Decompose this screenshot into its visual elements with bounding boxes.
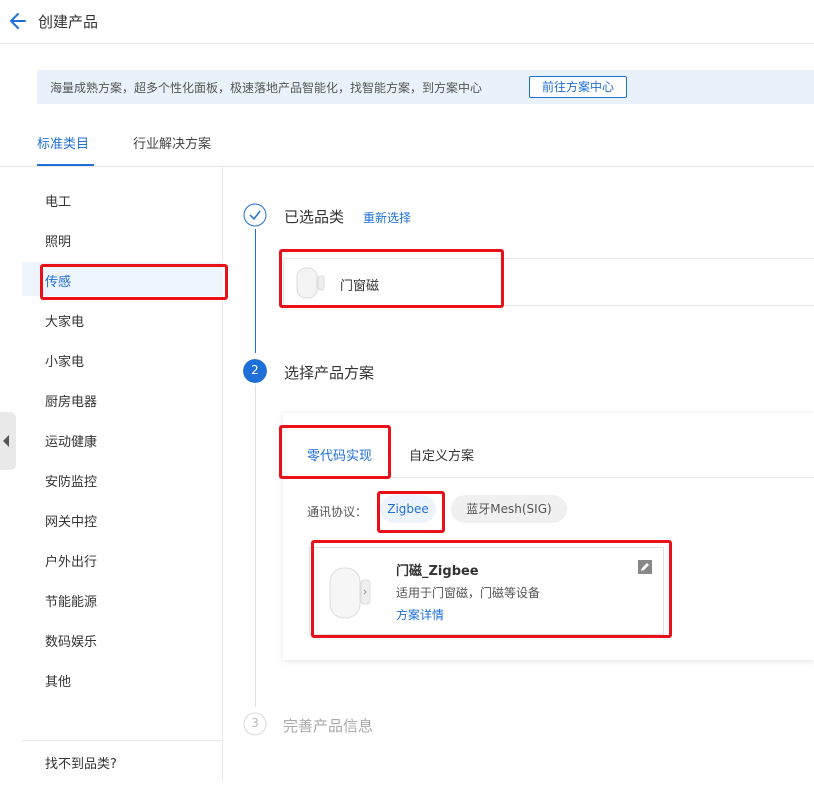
sidebar-item-lighting[interactable]: 照明 bbox=[22, 222, 223, 256]
door-sensor-image bbox=[329, 567, 371, 619]
product-name: 门磁_Zigbee bbox=[396, 564, 479, 579]
sidebar-collapse-handle[interactable] bbox=[0, 412, 16, 470]
protocol-bluetooth-mesh-chip[interactable]: 蓝牙Mesh(SIG) bbox=[451, 495, 567, 523]
selected-category-card: 门窗磁 bbox=[283, 258, 814, 306]
step2-connector bbox=[255, 385, 256, 707]
sidebar-item-label: 照明 bbox=[45, 235, 72, 250]
caret-left-icon bbox=[3, 435, 9, 447]
scheme-tab-indicator bbox=[307, 476, 377, 478]
sidebar-item-outdoor[interactable]: 户外出行 bbox=[22, 542, 223, 576]
sidebar-item-label: 传感 bbox=[45, 275, 72, 290]
category-not-found[interactable]: 找不到品类? bbox=[22, 740, 223, 780]
tab-industry-solution[interactable]: 行业解决方案 bbox=[133, 133, 211, 152]
back-arrow-icon[interactable] bbox=[8, 11, 28, 31]
door-sensor-icon bbox=[296, 267, 325, 299]
sidebar-item-label: 网关中控 bbox=[45, 515, 98, 530]
step1-connector bbox=[255, 229, 256, 353]
protocol-zigbee-chip[interactable]: Zigbee bbox=[380, 495, 436, 523]
sidebar-item-security[interactable]: 安防监控 bbox=[22, 462, 223, 496]
step1-check-icon bbox=[243, 203, 267, 227]
product-description: 适用于门窗磁，门磁等设备 bbox=[396, 586, 541, 600]
sidebar-item-label: 节能能源 bbox=[45, 595, 98, 610]
sidebar-item-label: 大家电 bbox=[45, 315, 85, 330]
solution-banner: 海量成熟方案，超多个性化面板，极速落地产品智能化，找智能方案，到方案中心 前往方… bbox=[37, 70, 814, 104]
category-sidebar: 电工 照明 传感 大家电 小家电 厨房电器 运动健康 安防监控 网关中控 户外出… bbox=[22, 167, 223, 780]
page-title: 创建产品 bbox=[38, 13, 99, 31]
sidebar-item-label: 电工 bbox=[45, 195, 72, 210]
sidebar-item-other[interactable]: 其他 bbox=[22, 662, 223, 696]
sidebar-item-label: 数码娱乐 bbox=[45, 635, 98, 650]
sidebar-item-sensor[interactable]: 传感 bbox=[22, 262, 223, 296]
sidebar-item-major-appliances[interactable]: 大家电 bbox=[22, 302, 223, 336]
selected-category-name: 门窗磁 bbox=[340, 279, 380, 294]
sidebar-item-label: 安防监控 bbox=[45, 475, 98, 490]
sidebar-item-sports-health[interactable]: 运动健康 bbox=[22, 422, 223, 456]
sidebar-item-label: 运动健康 bbox=[45, 435, 98, 450]
scheme-tabs: 零代码实现 自定义方案 bbox=[283, 413, 814, 478]
step3-number: 3 bbox=[251, 716, 259, 730]
sidebar-item-electrical[interactable]: 电工 bbox=[22, 182, 223, 216]
product-scheme-card[interactable]: 门磁_Zigbee 适用于门窗磁，门磁等设备 方案详情 bbox=[309, 547, 664, 635]
step1-title: 已选品类 bbox=[284, 208, 345, 226]
go-to-solution-center-button[interactable]: 前往方案中心 bbox=[529, 76, 627, 98]
category-tabs: 标准类目 行业解决方案 bbox=[0, 120, 814, 167]
step2-title: 选择产品方案 bbox=[284, 364, 375, 382]
tab-zero-code[interactable]: 零代码实现 bbox=[307, 445, 372, 464]
page-header: 创建产品 bbox=[0, 0, 814, 44]
category-not-found-label: 找不到品类? bbox=[45, 757, 117, 772]
active-tab-indicator bbox=[37, 164, 94, 166]
sidebar-item-digital-entertainment[interactable]: 数码娱乐 bbox=[22, 622, 223, 656]
sidebar-item-kitchen-appliances[interactable]: 厨房电器 bbox=[22, 382, 223, 416]
scheme-details-link[interactable]: 方案详情 bbox=[396, 606, 444, 623]
tab-standard-category[interactable]: 标准类目 bbox=[37, 133, 89, 152]
reselect-category-link[interactable]: 重新选择 bbox=[363, 209, 411, 226]
sidebar-item-label: 户外出行 bbox=[45, 555, 98, 570]
tab-custom-scheme[interactable]: 自定义方案 bbox=[409, 445, 474, 464]
sidebar-item-energy[interactable]: 节能能源 bbox=[22, 582, 223, 616]
sidebar-item-label: 小家电 bbox=[45, 355, 85, 370]
sidebar-item-label: 厨房电器 bbox=[45, 395, 98, 410]
sidebar-item-label: 其他 bbox=[45, 675, 72, 690]
step2-number: 2 bbox=[251, 363, 259, 377]
sidebar-item-small-appliances[interactable]: 小家电 bbox=[22, 342, 223, 376]
scheme-panel: 零代码实现 自定义方案 通讯协议： Zigbee 蓝牙Mesh(SIG) 门磁_… bbox=[283, 413, 814, 660]
sidebar-item-gateway[interactable]: 网关中控 bbox=[22, 502, 223, 536]
banner-text: 海量成熟方案，超多个性化面板，极速落地产品智能化，找智能方案，到方案中心 bbox=[50, 81, 483, 95]
edit-icon[interactable] bbox=[638, 560, 652, 574]
protocol-label: 通讯协议： bbox=[307, 505, 368, 519]
step3-title: 完善产品信息 bbox=[283, 717, 374, 735]
